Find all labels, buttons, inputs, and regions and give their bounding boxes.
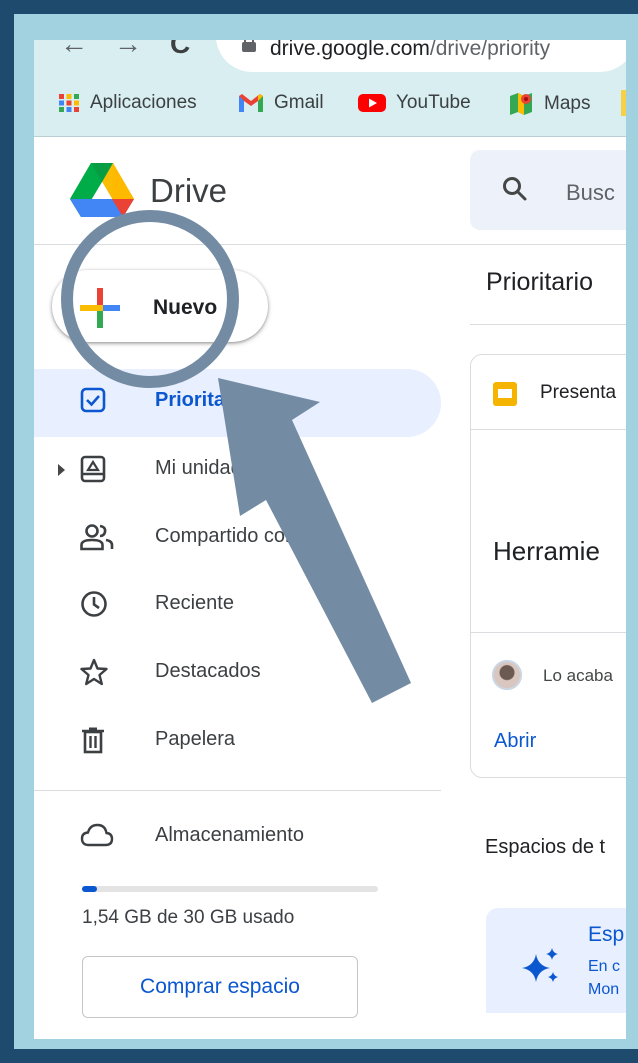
search-icon[interactable] xyxy=(502,176,528,202)
bookmark-label: Aplicaciones xyxy=(90,92,197,113)
activity-text: Lo acaba xyxy=(543,666,613,685)
sidebar-item-label: Compartido conmigo xyxy=(155,525,340,547)
url-text[interactable]: drive.google.com/drive/priority xyxy=(270,40,550,61)
slides-icon xyxy=(493,382,517,406)
browser-window: ← → C drive.google.com/drive/priority Ap… xyxy=(34,40,626,1039)
storage-progress-bar xyxy=(82,886,378,892)
sidebar-item-label: Reciente xyxy=(155,592,234,614)
sidebar-item-label: Mi unidad xyxy=(155,457,242,479)
sidebar-item-trash[interactable]: Papelera xyxy=(34,712,441,772)
sidebar-item-priority[interactable]: Prioritario xyxy=(34,373,441,433)
file-type-label: Presenta xyxy=(540,382,617,403)
avatar xyxy=(492,660,522,690)
cloud-icon xyxy=(80,823,114,847)
page-title: Prioritario xyxy=(486,268,593,296)
spaces-heading: Espacios de t xyxy=(485,836,606,858)
apps-grid-icon xyxy=(59,94,79,112)
trash-icon xyxy=(82,727,104,754)
space-subtitle: En c xyxy=(588,958,621,975)
bookmark-folder-icon[interactable] xyxy=(621,90,626,116)
back-arrow-icon[interactable]: ← xyxy=(60,40,88,58)
new-button-label: Nuevo xyxy=(153,296,218,319)
space-title: Esp xyxy=(588,923,625,946)
sidebar-item-label: Destacados xyxy=(155,660,261,682)
url-host: drive.google.com xyxy=(270,40,430,60)
drive-logo-icon xyxy=(70,163,134,217)
youtube-icon xyxy=(358,94,386,112)
sidebar-item-label: Papelera xyxy=(155,728,236,750)
storage-usage-text: 1,54 GB de 30 GB usado xyxy=(82,907,295,928)
star-icon xyxy=(80,658,108,686)
card-divider xyxy=(471,632,626,633)
app-title: Drive xyxy=(150,172,228,209)
header-divider xyxy=(34,244,626,245)
file-title: Herramie xyxy=(493,536,600,566)
buy-storage-button[interactable]: Comprar espacio xyxy=(82,956,358,1018)
sidebar-item-starred[interactable]: Destacados xyxy=(34,644,441,704)
storage-progress-fill xyxy=(82,886,97,892)
url-path: /drive/priority xyxy=(429,40,551,60)
priority-check-icon xyxy=(80,387,106,413)
search-input[interactable]: Busc xyxy=(566,180,615,206)
clock-icon xyxy=(81,591,107,617)
bookmark-maps[interactable]: Maps xyxy=(508,92,590,116)
card-divider xyxy=(471,429,626,430)
my-drive-icon xyxy=(80,455,106,483)
sidebar-item-label: Prioritario xyxy=(155,389,251,411)
bookmark-youtube[interactable]: YouTube xyxy=(358,92,471,114)
bookmark-aplicaciones[interactable]: Aplicaciones xyxy=(58,92,197,114)
title-divider xyxy=(470,324,626,325)
plus-icon xyxy=(80,288,120,328)
bookmark-gmail[interactable]: Gmail xyxy=(238,92,324,114)
buy-storage-label: Comprar espacio xyxy=(140,975,300,998)
sparkle-icon xyxy=(522,948,558,982)
reload-icon[interactable]: C xyxy=(170,40,190,58)
shared-people-icon xyxy=(80,524,114,551)
sidebar-divider xyxy=(34,790,441,791)
bookmark-label: Gmail xyxy=(274,92,324,113)
space-card-footer xyxy=(486,1013,626,1039)
sidebar-item-label: Almacenamiento xyxy=(155,824,304,846)
sidebar-item-recent[interactable]: Reciente xyxy=(34,576,441,636)
space-subtitle: Mon xyxy=(588,981,620,998)
sidebar-item-shared[interactable]: Compartido conmigo xyxy=(34,509,441,569)
bookmark-label: Maps xyxy=(544,93,591,114)
forward-arrow-icon[interactable]: → xyxy=(114,40,142,58)
sidebar-item-my-drive[interactable]: Mi unidad xyxy=(34,441,441,501)
sidebar-item-storage[interactable]: Almacenamiento xyxy=(34,808,441,868)
bookmark-label: YouTube xyxy=(396,92,471,113)
open-link[interactable]: Abrir xyxy=(494,730,536,753)
maps-icon xyxy=(510,93,532,115)
gmail-icon xyxy=(239,94,263,112)
lock-icon[interactable] xyxy=(242,40,256,52)
